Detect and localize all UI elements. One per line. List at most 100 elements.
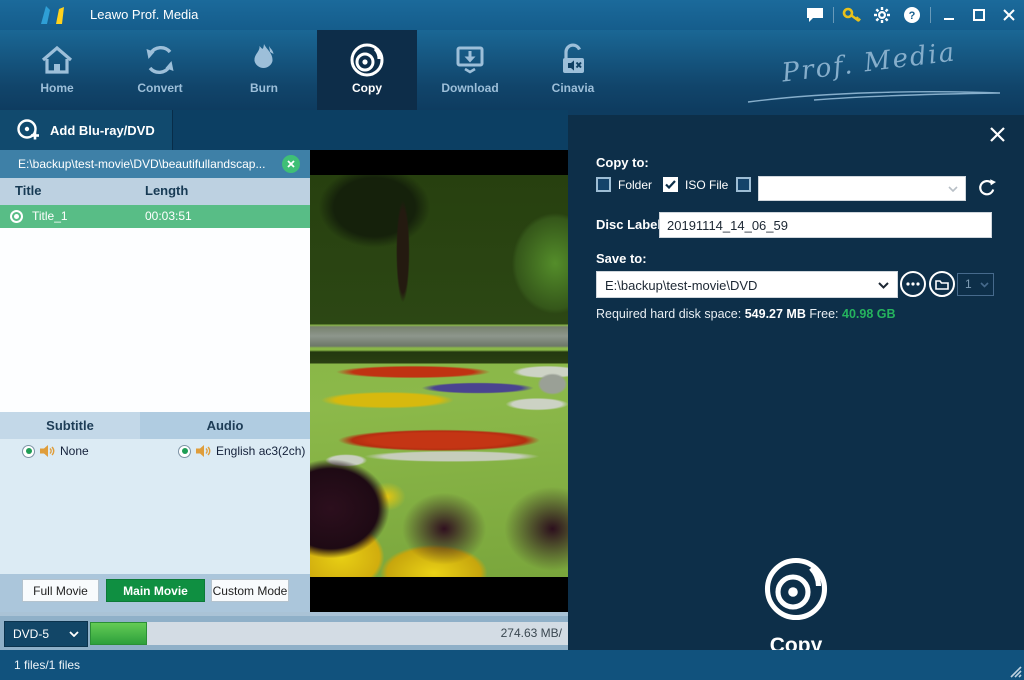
brand-swoosh-icon (744, 88, 1004, 104)
custom-mode-button[interactable]: Custom Mode (211, 579, 289, 602)
add-bluray-dvd-button[interactable]: Add Blu-ray/DVD (0, 110, 173, 150)
free-value: 40.98 GB (842, 307, 896, 321)
copy-to-label: Copy to: (596, 155, 649, 170)
app-window: Leawo Prof. Media ? (0, 0, 1024, 680)
save-to-value: E:\backup\test-movie\DVD (605, 272, 757, 299)
nav-label: Copy (317, 81, 417, 95)
key-icon[interactable] (837, 0, 867, 30)
option-folder[interactable]: Folder (596, 177, 652, 192)
option-label: Folder (618, 178, 652, 192)
progress-fill (90, 622, 147, 645)
window-title: Leawo Prof. Media (90, 0, 198, 30)
add-button-label: Add Blu-ray/DVD (50, 123, 155, 138)
burner-checkbox[interactable] (736, 177, 751, 192)
disc-label-input[interactable] (659, 212, 992, 238)
convert-icon (110, 42, 210, 78)
save-to-label: Save to: (596, 251, 647, 266)
add-disc-icon (16, 118, 40, 142)
disc-label-label: Disc Label: (596, 217, 665, 232)
option-iso-file[interactable]: ISO File (663, 177, 728, 192)
folder-icon (935, 279, 949, 290)
folder-checkbox[interactable] (596, 177, 611, 192)
toolbar: Add Blu-ray/DVD (0, 110, 568, 150)
iso-checkbox[interactable] (663, 177, 678, 192)
close-icon[interactable] (994, 0, 1024, 30)
capacity-progress: 274.63 MB/ (90, 622, 568, 645)
nav-tab-home[interactable]: Home (7, 30, 107, 110)
nav-tab-convert[interactable]: Convert (110, 30, 210, 110)
source-panel: E:\backup\test-movie\DVD\beautifullandsc… (0, 150, 310, 612)
copy-disc-icon (760, 553, 832, 625)
speaker-icon (196, 444, 211, 458)
titlebar: Leawo Prof. Media ? (0, 0, 1024, 30)
option-label: ISO File (685, 178, 728, 192)
speaker-icon (40, 444, 55, 458)
free-label: Free: (809, 307, 838, 321)
chevron-down-icon (980, 282, 989, 288)
gear-icon[interactable] (867, 0, 897, 30)
track-header: Subtitle Audio (0, 412, 310, 439)
audio-option-english[interactable]: English ac3(2ch) (178, 444, 305, 458)
subtitle-radio[interactable] (22, 445, 35, 458)
chevron-down-icon (69, 631, 79, 637)
column-title: Title (15, 183, 42, 198)
svg-text:?: ? (909, 10, 916, 22)
home-icon (7, 42, 107, 78)
resize-grip[interactable] (1008, 664, 1022, 678)
capacity-bar: DVD-5 274.63 MB/ (0, 612, 568, 650)
audio-radio[interactable] (178, 445, 191, 458)
browse-ellipsis-button[interactable] (900, 271, 926, 297)
minimize-icon[interactable] (934, 0, 964, 30)
copy-disc-icon (317, 42, 417, 78)
nav-label: Burn (214, 81, 314, 95)
tab-audio[interactable]: Audio (140, 412, 310, 439)
copy-button[interactable]: Copy (568, 553, 1024, 658)
file-count-text: 1 files/1 files (14, 650, 80, 680)
source-file-tab[interactable]: E:\backup\test-movie\DVD\beautifullandsc… (0, 150, 310, 178)
full-movie-button[interactable]: Full Movie (22, 579, 99, 602)
option-burner[interactable] (736, 177, 758, 192)
audio-value: English ac3(2ch) (216, 444, 305, 458)
panel-close-icon[interactable] (986, 123, 1008, 145)
title-name: Title_1 (32, 209, 68, 223)
leawo-logo-icon (38, 4, 72, 26)
main-nav: Home Convert Burn Copy Download Cinavia … (0, 30, 1024, 110)
refresh-icon[interactable] (974, 175, 1000, 201)
title-list-header: Title Length (0, 178, 310, 205)
required-value: 549.27 MB (745, 307, 806, 321)
nav-tab-burn[interactable]: Burn (214, 30, 314, 110)
source-file-path: E:\backup\test-movie\DVD\beautifullandsc… (18, 150, 265, 178)
save-to-select[interactable]: E:\backup\test-movie\DVD (596, 271, 898, 298)
nav-label: Convert (110, 81, 210, 95)
title-row-selected[interactable]: Title_1 00:03:51 (0, 205, 310, 228)
disc-type-select[interactable]: DVD-5 (4, 621, 88, 647)
chat-icon[interactable] (800, 0, 830, 30)
download-icon (420, 42, 520, 78)
subtitle-option-none[interactable]: None (22, 444, 89, 458)
tab-subtitle[interactable]: Subtitle (0, 412, 140, 439)
capacity-size-text: 274.63 MB/ (501, 622, 562, 645)
title-radio[interactable] (10, 210, 23, 223)
nav-tab-copy[interactable]: Copy (317, 30, 417, 110)
mode-band: Full Movie Main Movie Custom Mode (0, 574, 310, 612)
disk-space-line: Required hard disk space: 549.27 MB Free… (596, 307, 896, 321)
copies-select[interactable]: 1 (957, 273, 994, 296)
garden-video-frame (310, 175, 568, 577)
column-length: Length (145, 183, 188, 198)
help-icon[interactable]: ? (897, 0, 927, 30)
nav-label: Cinavia (523, 81, 623, 95)
burner-select[interactable] (758, 176, 966, 201)
copy-settings-panel: Copy to: Folder ISO File Disc Label: Sav… (568, 115, 1024, 650)
open-folder-button[interactable] (929, 271, 955, 297)
required-label: Required hard disk space: (596, 307, 741, 321)
chevron-down-icon (948, 186, 958, 192)
video-preview (310, 150, 568, 612)
nav-tab-download[interactable]: Download (420, 30, 520, 110)
track-row: None English ac3(2ch) (0, 439, 310, 467)
cinavia-icon (523, 42, 623, 78)
maximize-icon[interactable] (964, 0, 994, 30)
main-movie-button[interactable]: Main Movie (106, 579, 205, 602)
nav-tab-cinavia[interactable]: Cinavia (523, 30, 623, 110)
remove-file-icon[interactable] (282, 155, 300, 173)
title-list-body (0, 228, 310, 412)
